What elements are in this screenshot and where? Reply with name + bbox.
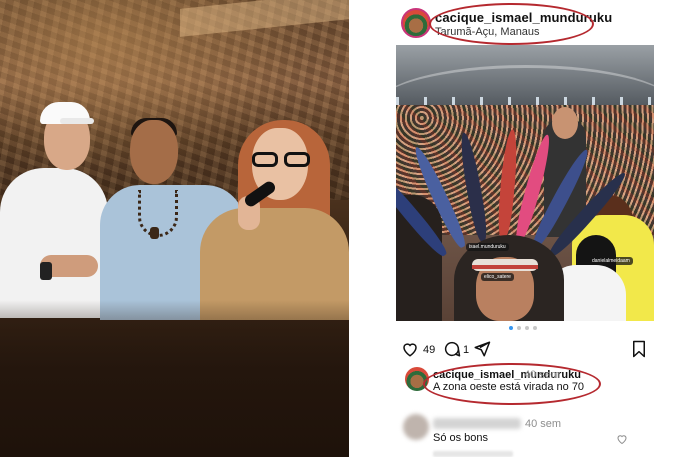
profile-avatar[interactable] (401, 8, 431, 38)
left-photo-collage (0, 0, 349, 457)
post-photo[interactable]: isael.munduruku elico_satere danielalmei… (396, 45, 654, 321)
headband-stripe (472, 265, 538, 269)
carousel-dots (349, 326, 696, 330)
comment-icon[interactable] (443, 340, 461, 358)
bookmark-icon[interactable] (631, 340, 647, 358)
post-actions: 49 1 (401, 340, 651, 360)
carousel-dot (524, 326, 529, 330)
heart-icon[interactable] (401, 340, 419, 358)
white-cap-brim (60, 118, 94, 124)
carousel-dot (508, 326, 513, 330)
cut-off-reply-line (433, 451, 513, 457)
comment-time: 40 sem (525, 418, 562, 430)
watch (40, 262, 52, 280)
share-icon[interactable] (473, 340, 491, 358)
comment-text: Só os bons (433, 432, 489, 444)
instagram-post: cacique_ismael_munduruku Tarumã-Açu, Man… (349, 0, 696, 457)
highlight-oval-username (429, 3, 594, 45)
black-glasses (250, 152, 312, 168)
heart-small-icon[interactable] (616, 433, 628, 445)
blurred-avatar[interactable] (403, 414, 429, 440)
necklace-pendant (150, 227, 159, 239)
photo-tag[interactable]: isael.munduruku (466, 243, 509, 251)
highlight-oval-comment (423, 363, 601, 405)
comment-count[interactable]: 1 (463, 344, 469, 356)
dark-fade-overlay (0, 300, 349, 457)
carousel-dot (532, 326, 537, 330)
man-blue-shirt-head (130, 120, 178, 184)
blurred-username[interactable] (433, 418, 521, 429)
speaker-head (552, 107, 578, 139)
photo-tag[interactable]: danielalmeidaam (589, 257, 633, 265)
photo-tag[interactable]: elico_satere (481, 273, 514, 281)
stage-lights (396, 97, 654, 105)
carousel-dot (516, 326, 521, 330)
man-white-shirt (0, 168, 108, 318)
like-count[interactable]: 49 (423, 344, 435, 356)
